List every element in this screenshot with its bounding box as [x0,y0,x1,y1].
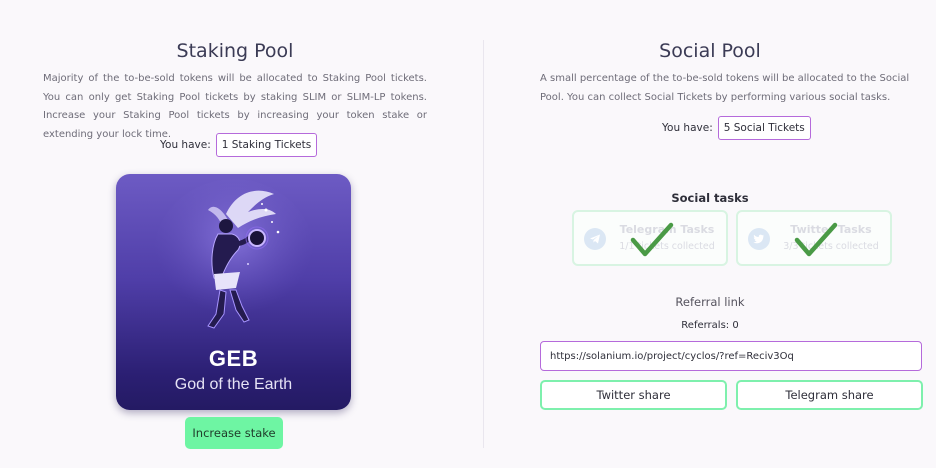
nft-subtitle: God of the Earth [174,376,293,393]
nft-card: GEB God of the Earth [116,174,351,410]
telegram-share-button[interactable]: Telegram share [736,380,923,410]
social-tasks-title: Social tasks [671,191,749,205]
referral-link-input[interactable] [540,341,922,371]
telegram-tasks-card[interactable]: Telegram Tasks 1/1 tickets collected [572,210,728,266]
twitter-tasks-card[interactable]: Twitter Tasks 3/3 tickets collected [736,210,892,266]
social-you-have-label: You have: [662,122,713,134]
staking-tickets-row: You have: 1 Staking Tickets [160,133,318,157]
staking-pool-title: Staking Pool [176,40,294,62]
social-tickets-row: You have: 5 Social Tickets [662,116,811,140]
social-pool-description: A small percentage of the to-be-sold tok… [540,73,910,103]
checkmark-icon [794,222,838,257]
twitter-share-button[interactable]: Twitter share [540,380,727,410]
god-figure-illustration [154,179,314,329]
social-pool-section: Social Pool A small percentage of the to… [484,0,936,468]
staking-pool-section: Staking Pool Majority of the to-be-sold … [0,0,470,468]
staking-tickets-badge: 1 Staking Tickets [215,133,318,157]
telegram-icon [584,228,606,250]
social-pool-title: Social Pool [659,40,761,62]
referral-link-title: Referral link [675,295,745,309]
checkmark-icon [630,222,674,257]
referrals-count: Referrals: 0 [681,320,739,331]
increase-stake-button[interactable]: Increase stake [185,417,283,449]
twitter-icon [748,228,770,250]
staking-you-have-label: You have: [160,139,211,151]
nft-title: GEB [208,346,259,371]
social-tickets-badge: 5 Social Tickets [717,116,811,140]
